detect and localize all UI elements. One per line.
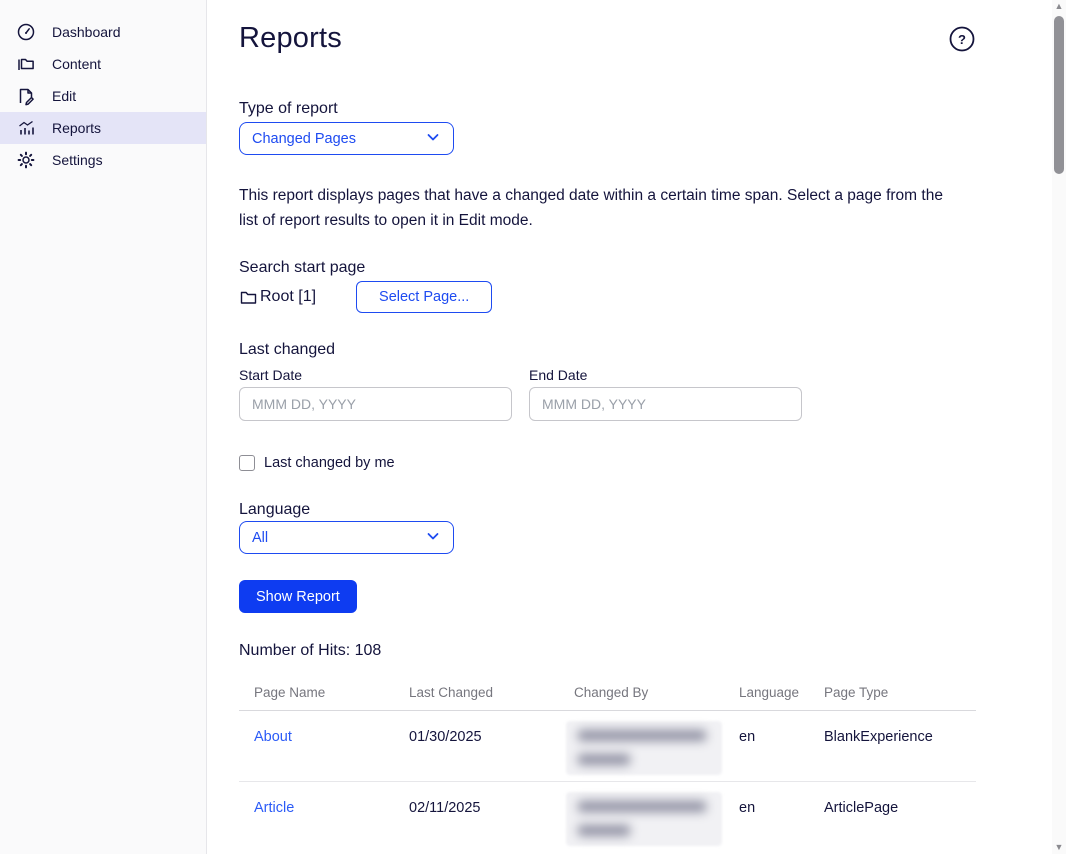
search-start-page-label: Search start page xyxy=(239,259,366,276)
last-changed-cell: 01/30/2025 xyxy=(409,729,482,745)
folder-icon xyxy=(239,288,258,307)
table-row: About 01/30/2025 en BlankExperience xyxy=(239,711,976,782)
sidebar-item-reports[interactable]: Reports xyxy=(0,112,206,144)
scrollbar-track[interactable]: ▲ ▼ xyxy=(1052,0,1066,854)
column-header-page-name: Page Name xyxy=(254,685,326,700)
table-row: Article 02/11/2025 en ArticlePage xyxy=(239,782,976,853)
report-description: This report displays pages that have a c… xyxy=(239,187,943,229)
changed-by-redacted xyxy=(566,792,722,846)
sidebar-item-settings[interactable]: Settings xyxy=(0,144,206,176)
scrollbar-down-arrow[interactable]: ▼ xyxy=(1052,842,1066,852)
show-report-button[interactable]: Show Report xyxy=(239,580,357,613)
sidebar-item-content[interactable]: Content xyxy=(0,48,206,80)
svg-text:?: ? xyxy=(958,32,966,47)
last-changed-by-me-checkbox[interactable] xyxy=(239,455,255,471)
language-cell: en xyxy=(739,729,756,745)
page-name-link[interactable]: Article xyxy=(254,800,294,816)
page-type-cell: BlankExperience xyxy=(824,729,933,745)
number-of-hits: Number of Hits: 108 xyxy=(239,642,382,659)
reports-chart-icon xyxy=(16,118,36,138)
select-page-button[interactable]: Select Page... xyxy=(356,281,493,313)
start-date-label: Start Date xyxy=(239,367,303,383)
help-circle-icon[interactable]: ? xyxy=(948,25,976,58)
column-header-language: Language xyxy=(739,685,800,700)
end-date-input[interactable] xyxy=(529,387,802,421)
settings-gear-icon xyxy=(16,150,36,170)
type-of-report-label: Type of report xyxy=(239,100,338,117)
sidebar-item-dashboard[interactable]: Dashboard xyxy=(0,16,206,48)
language-label: Language xyxy=(239,501,311,518)
page-name-link[interactable]: About xyxy=(254,729,292,745)
column-header-page-type: Page Type xyxy=(824,685,889,700)
dashboard-gauge-icon xyxy=(16,22,36,42)
sidebar-item-edit[interactable]: Edit xyxy=(0,80,206,112)
chevron-down-icon xyxy=(425,129,441,149)
app-window: Dashboard Content Edit Reports Settings … xyxy=(0,0,1070,854)
table-header-row: Page Name Last Changed Changed By Langua… xyxy=(239,685,976,711)
language-dropdown[interactable]: All xyxy=(239,521,454,554)
language-cell: en xyxy=(739,800,756,816)
end-date-label: End Date xyxy=(529,367,588,383)
sidebar-item-label: Reports xyxy=(52,120,102,136)
sidebar-item-label: Settings xyxy=(52,152,103,168)
changed-by-redacted xyxy=(566,721,722,775)
root-page-value: Root [1] xyxy=(239,288,316,307)
results-table: Page Name Last Changed Changed By Langua… xyxy=(239,685,976,853)
sidebar: Dashboard Content Edit Reports Settings xyxy=(0,0,207,854)
content-folder-icon xyxy=(16,54,36,74)
type-of-report-dropdown[interactable]: Changed Pages xyxy=(239,122,454,155)
chevron-down-icon xyxy=(425,528,441,548)
edit-pencil-icon xyxy=(16,86,36,106)
sidebar-item-label: Dashboard xyxy=(52,24,121,40)
type-of-report-value: Changed Pages xyxy=(252,130,356,147)
scrollbar-thumb[interactable] xyxy=(1054,16,1064,174)
scrollbar-up-arrow[interactable]: ▲ xyxy=(1052,1,1066,11)
page-type-cell: ArticlePage xyxy=(824,800,899,816)
sidebar-item-label: Content xyxy=(52,56,102,72)
last-changed-by-me-label: Last changed by me xyxy=(264,455,395,471)
last-changed-cell: 02/11/2025 xyxy=(409,800,481,816)
column-header-changed-by: Changed By xyxy=(574,685,649,700)
column-header-last-changed: Last Changed xyxy=(409,685,494,700)
page-title: Reports xyxy=(239,22,342,54)
sidebar-item-label: Edit xyxy=(52,88,77,104)
main-content: Reports ? Type of report Changed Pages T… xyxy=(207,0,1070,854)
start-date-input[interactable] xyxy=(239,387,512,421)
last-changed-label: Last changed xyxy=(239,341,336,358)
language-value: All xyxy=(252,529,269,546)
